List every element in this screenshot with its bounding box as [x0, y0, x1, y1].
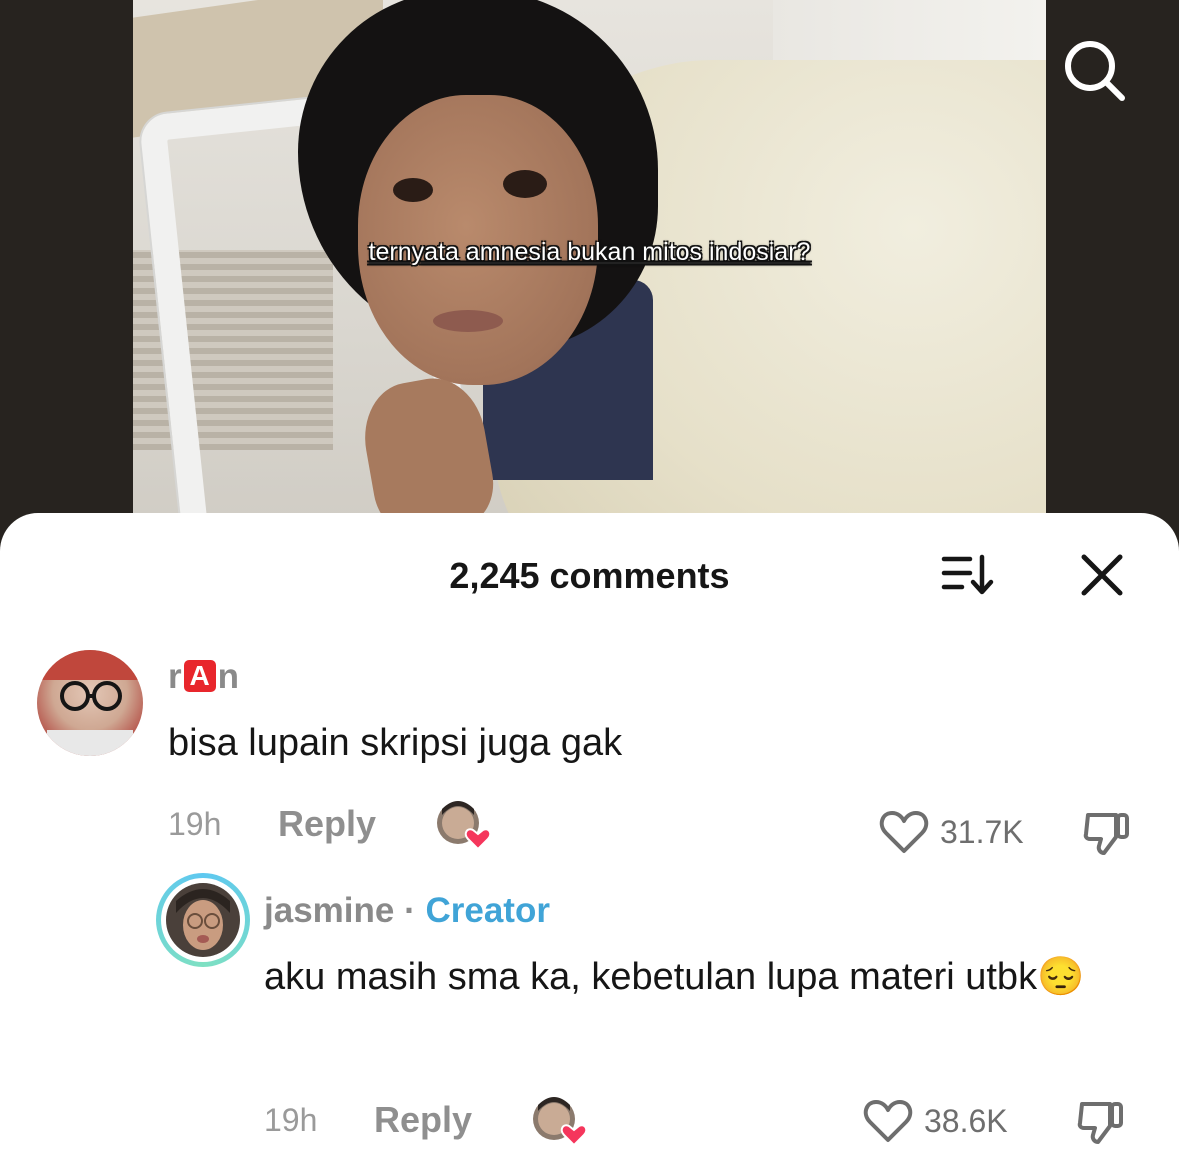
- like-count: 31.7K: [940, 813, 1024, 850]
- creator-badge: Creator: [425, 891, 550, 930]
- reply-username[interactable]: jasmine: [264, 891, 394, 930]
- eye-shape: [503, 170, 547, 198]
- creator-liked-indicator: [436, 801, 492, 851]
- username-text: r: [168, 657, 182, 696]
- like-button[interactable]: 38.6K: [862, 1098, 1008, 1144]
- creator-heart-avatar-icon: [533, 1097, 588, 1147]
- reply-username-line: jasmine · Creator: [264, 891, 550, 931]
- pensive-face-icon: 😔: [1037, 956, 1085, 998]
- dislike-button[interactable]: [1076, 1098, 1126, 1148]
- comment-username[interactable]: rAn: [168, 657, 239, 697]
- glasses-icon: [37, 650, 143, 756]
- comment-text: bisa lupain skripsi juga gak: [168, 722, 623, 764]
- reply-text-block: aku masih sma ka, kebetulan lupa materi …: [264, 947, 1144, 1007]
- creator-avatar[interactable]: [156, 873, 250, 967]
- search-icon: [1065, 41, 1125, 101]
- thumbs-down-icon: [1083, 813, 1129, 855]
- mouth-shape: [433, 310, 503, 332]
- video-player[interactable]: ternyata amnesia bukan mitos indosiar?: [0, 0, 1179, 560]
- reply-button[interactable]: Reply: [278, 803, 376, 845]
- username-badge-letter: A: [183, 660, 216, 692]
- reply-time: 19h: [264, 1102, 318, 1138]
- creator-heart-avatar-icon: [437, 801, 492, 851]
- comment-time: 19h: [168, 806, 222, 842]
- sort-button[interactable]: [940, 551, 996, 599]
- thumbs-down-icon: [1077, 1102, 1123, 1144]
- reply-button[interactable]: Reply: [374, 1099, 472, 1141]
- heart-icon: [863, 1100, 913, 1142]
- close-icon: [1081, 554, 1123, 596]
- heart-icon: [879, 811, 929, 853]
- like-count: 38.6K: [924, 1102, 1008, 1139]
- avatar-photo: [166, 883, 240, 957]
- close-button[interactable]: [1074, 547, 1130, 603]
- separator-dot: ·: [404, 891, 416, 930]
- video-caption: ternyata amnesia bukan mitos indosiar?: [368, 238, 811, 266]
- search-button[interactable]: [1056, 34, 1132, 110]
- sort-icon: [941, 554, 994, 595]
- comments-sheet: 2,245 comments rAn bisa lupain skripsi j…: [0, 513, 1179, 1175]
- like-button[interactable]: 31.7K: [878, 809, 1024, 855]
- avatar[interactable]: [37, 650, 143, 756]
- eye-shape: [393, 178, 433, 202]
- reply-text: aku masih sma ka, kebetulan lupa materi …: [264, 956, 1038, 998]
- creator-liked-indicator: [532, 1097, 588, 1147]
- video-frame: [133, 0, 1046, 560]
- comments-count-title: 2,245 comments: [449, 555, 730, 596]
- username-text: n: [217, 657, 240, 696]
- dislike-button[interactable]: [1082, 809, 1132, 859]
